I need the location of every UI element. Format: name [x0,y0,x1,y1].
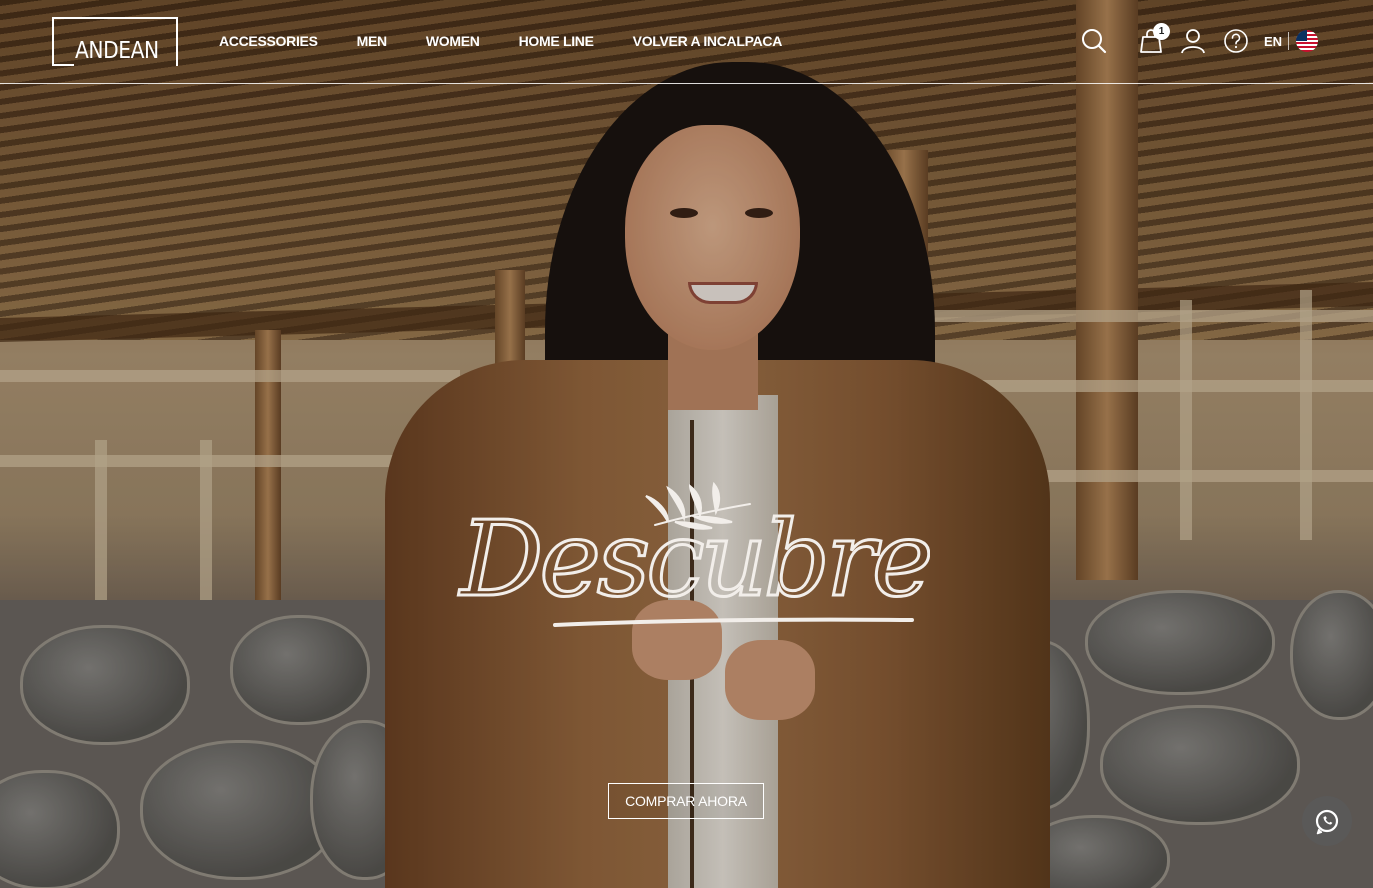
cart-count-badge: 1 [1153,23,1170,40]
user-icon[interactable] [1180,28,1206,54]
main-nav: ACCESSORIES MEN WOMEN HOME LINE VOLVER A… [219,33,821,49]
nav-item-men[interactable]: MEN [357,33,388,49]
descubre-text: Descubre [458,498,929,620]
nav-item-accessories[interactable]: ACCESSORIES [219,33,318,49]
search-icon[interactable] [1081,28,1107,54]
us-flag-icon[interactable] [1296,30,1318,52]
nav-item-home-line[interactable]: HOME LINE [519,33,594,49]
comprar-ahora-button[interactable]: COMPRAR AHORA [608,783,764,819]
language-divider [1288,32,1289,50]
hero-banner-image [0,0,1373,888]
language-selector[interactable]: EN [1264,34,1282,49]
whatsapp-icon[interactable] [1302,796,1352,846]
descubre-script-title: Descubre [450,470,935,640]
site-header: ANDEAN ACCESSORIES MEN WOMEN HOME LINE V… [0,0,1373,84]
nav-item-volver-a-incalpaca[interactable]: VOLVER A INCALPACA [633,33,783,49]
help-icon[interactable] [1223,28,1249,54]
logo-text: ANDEAN [75,38,159,64]
nav-item-women[interactable]: WOMEN [426,33,480,49]
andean-logo[interactable]: ANDEAN [52,17,178,66]
